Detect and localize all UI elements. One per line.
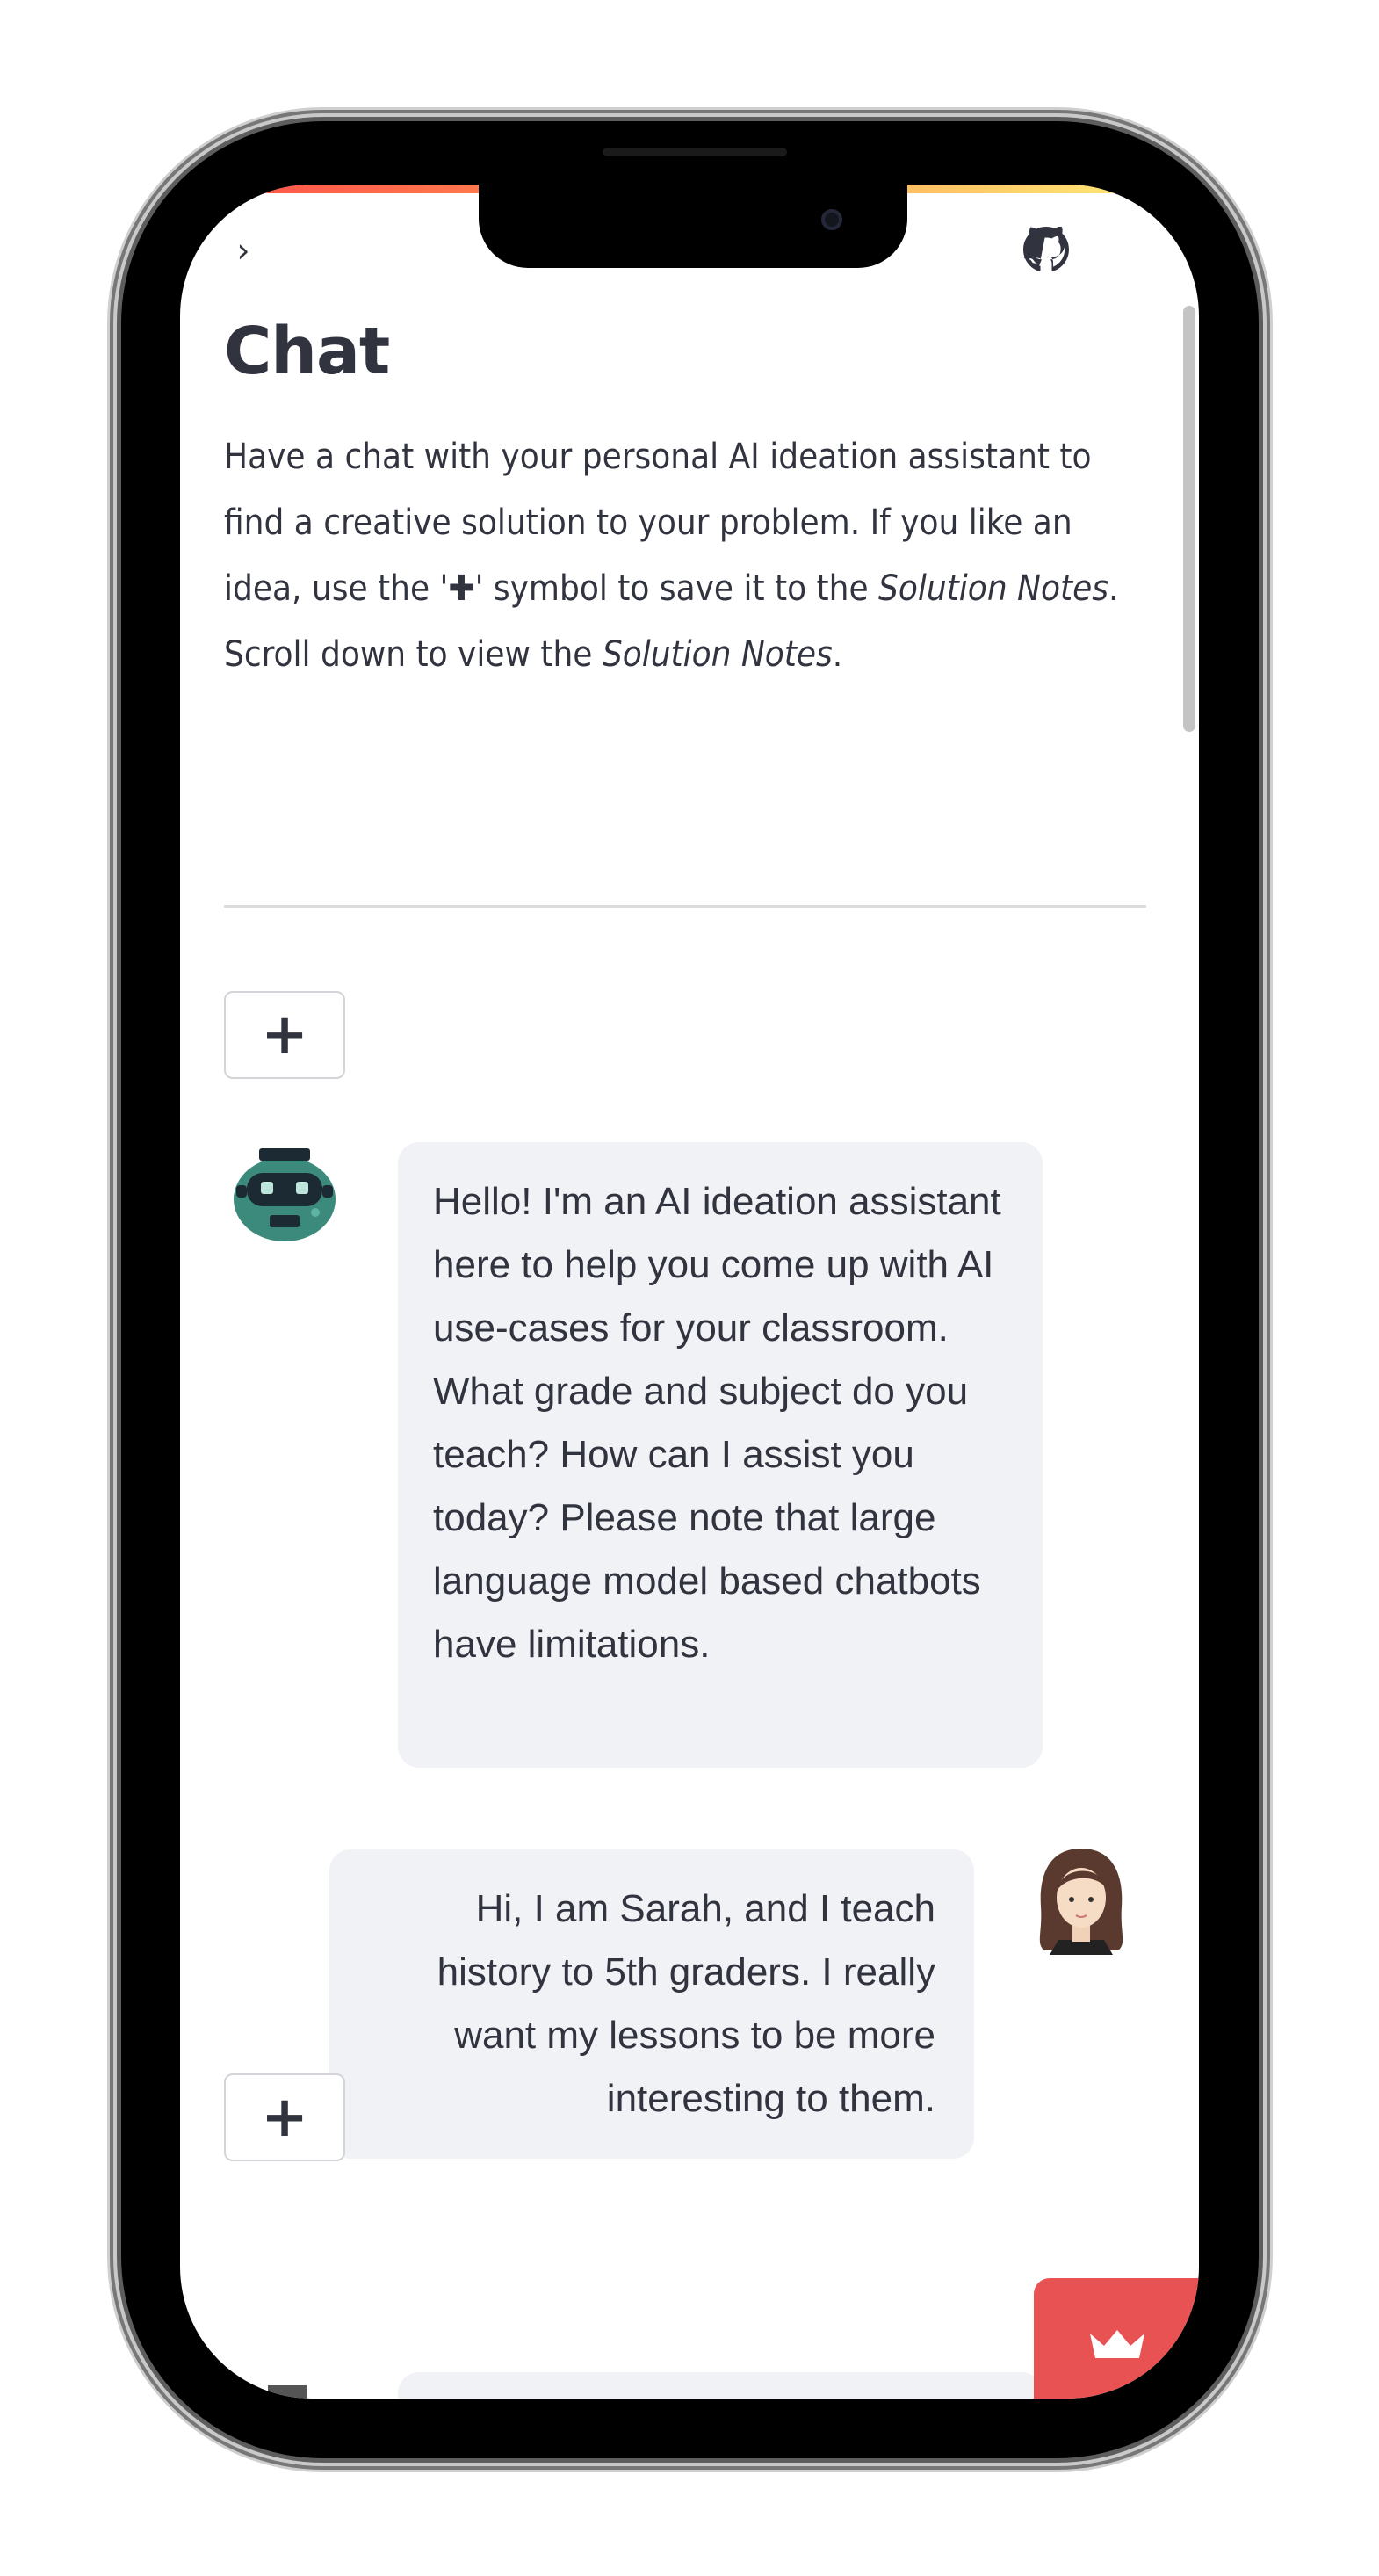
vertical-scrollbar[interactable] [1183, 306, 1195, 732]
front-camera [821, 209, 842, 230]
assistant-robot-avatar [268, 2385, 307, 2399]
app-screen: › Chat Have a chat with your personal AI… [180, 185, 1199, 2399]
add-to-notes-button[interactable]: + [224, 2073, 345, 2161]
github-button[interactable] [1023, 226, 1069, 272]
solution-notes-label: Solution Notes [878, 568, 1108, 610]
earpiece-speaker [603, 148, 787, 156]
assistant-message: Hello! I'm an AI ideation assistant here… [398, 1142, 1043, 1768]
chevron-right-icon: › [236, 231, 250, 270]
user-avatar [1039, 1849, 1123, 1955]
streamlit-badge-button[interactable] [1034, 2278, 1199, 2399]
main-content: Chat Have a chat with your personal AI i… [224, 314, 1146, 688]
assistant-message [398, 2372, 1043, 2399]
assistant-message-text: Hello! I'm an AI ideation assistant here… [433, 1180, 1001, 1666]
camera-notch [479, 185, 907, 268]
crown-icon [1090, 2330, 1144, 2358]
silent-switch [109, 597, 119, 685]
sidebar-toggle-button[interactable]: › [226, 233, 261, 268]
plus-icon: + [261, 1002, 308, 1067]
user-message: Hi, I am Sarah, and I teach history to 5… [329, 1849, 974, 2159]
page-title: Chat [224, 314, 390, 389]
plus-icon: + [261, 2085, 308, 2150]
volume-up-button [109, 764, 119, 940]
user-message-text: Hi, I am Sarah, and I teach history to 5… [437, 1887, 935, 2120]
divider [224, 905, 1146, 908]
assistant-robot-avatar [234, 1148, 336, 1241]
intro-text-4: . [832, 634, 843, 676]
solution-notes-label: Solution Notes [602, 634, 833, 676]
power-button [1260, 821, 1270, 1103]
intro-paragraph: Have a chat with your personal AI ideati… [224, 424, 1146, 688]
volume-down-button [109, 980, 119, 1155]
github-icon [1023, 226, 1069, 271]
intro-text-2: ' symbol to save it to the [474, 568, 879, 610]
plus-icon: ✚ [448, 568, 475, 610]
add-to-notes-button[interactable]: + [224, 991, 345, 1079]
